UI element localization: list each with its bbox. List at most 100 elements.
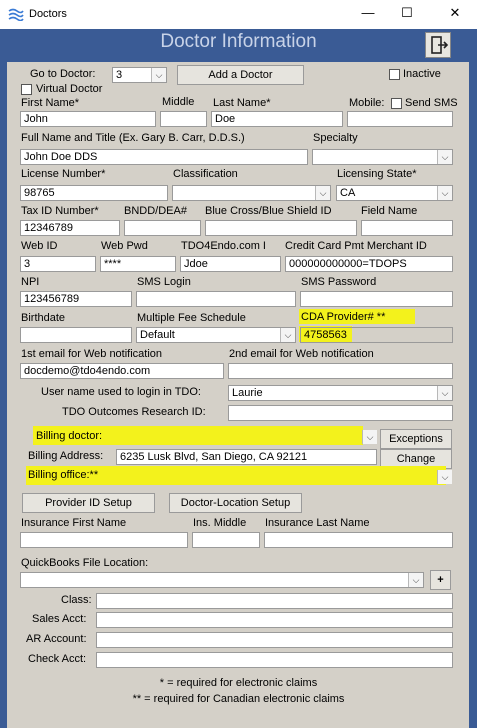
page-title: Doctor Information: [160, 31, 317, 52]
virtual-doctor-label: Virtual Doctor: [36, 83, 103, 95]
check-acct-label: Check Acct:: [28, 653, 87, 665]
classification-select[interactable]: ⌵: [172, 185, 331, 201]
quickbooks-file-select[interactable]: ⌵: [20, 572, 424, 588]
chevron-down-icon: ⌵: [437, 386, 452, 400]
bndd-field[interactable]: [124, 220, 201, 236]
email1-label: 1st email for Web notification: [21, 348, 163, 360]
tdo4endo-label: TDO4Endo.com I: [181, 240, 266, 252]
license-number-label: License Number*: [21, 168, 106, 180]
chevron-down-icon: ⌵: [437, 186, 452, 200]
npi-label: NPI: [21, 276, 40, 288]
fee-schedule-value: Default: [140, 329, 175, 341]
sales-acct-field[interactable]: [96, 612, 453, 628]
mobile-field[interactable]: [347, 111, 453, 127]
billing-office-label: Billing office:**: [28, 469, 99, 481]
outcomes-id-field[interactable]: [228, 405, 453, 421]
goto-doctor-value: 3: [116, 69, 123, 81]
inactive-checkbox[interactable]: [389, 69, 400, 80]
tdo-login-label: User name used to login in TDO:: [41, 386, 201, 398]
add-quickbooks-button[interactable]: +: [430, 570, 451, 590]
billing-address-field[interactable]: 6235 Lusk Blvd, San Diego, CA 92121: [116, 449, 377, 465]
send-sms-label: Send SMS: [405, 97, 458, 109]
insurance-last-name-field[interactable]: [264, 532, 453, 548]
full-name-label: Full Name and Title (Ex. Gary B. Carr, D…: [21, 132, 245, 144]
first-name-label: First Name*: [21, 97, 80, 109]
tdo4endo-field[interactable]: Jdoe: [180, 256, 281, 272]
billing-doctor-label: Billing doctor:: [36, 430, 103, 442]
window-titlebar: Doctors — ☐ ✕: [0, 0, 477, 29]
bcbs-id-field[interactable]: [205, 220, 357, 236]
doctor-location-setup-button[interactable]: Doctor-Location Setup: [169, 493, 302, 513]
required-note: * = required for electronic claims: [159, 677, 318, 689]
exceptions-button[interactable]: Exceptions: [380, 429, 452, 449]
minimize-button[interactable]: —: [357, 4, 379, 22]
sms-password-field[interactable]: [300, 291, 453, 307]
tax-id-label: Tax ID Number*: [21, 205, 99, 217]
maximize-button[interactable]: ☐: [396, 4, 418, 22]
insurance-first-name-label: Insurance First Name: [21, 517, 127, 529]
web-id-field[interactable]: 3: [20, 256, 96, 272]
chevron-down-icon: ⌵: [280, 328, 295, 342]
ar-account-field[interactable]: [96, 632, 453, 648]
canadian-required-note: ** = required for Canadian electronic cl…: [132, 693, 345, 705]
email2-field[interactable]: [228, 363, 453, 379]
middle-name-field[interactable]: [160, 111, 207, 127]
licensing-state-select[interactable]: CA ⌵: [336, 185, 453, 201]
fee-schedule-select[interactable]: Default ⌵: [136, 327, 296, 343]
form-header: Doctor Information: [0, 29, 477, 62]
cc-merchant-label: Credit Card Pmt Merchant ID: [285, 240, 427, 252]
goto-doctor-label: Go to Doctor:: [30, 68, 96, 80]
sms-password-label: SMS Password: [301, 276, 377, 288]
birthdate-field[interactable]: [20, 327, 132, 343]
billing-address-label: Billing Address:: [28, 450, 104, 462]
insurance-last-name-label: Insurance Last Name: [265, 517, 370, 529]
cc-merchant-field[interactable]: 000000000000=TDOPS: [285, 256, 453, 272]
virtual-doctor-checkbox[interactable]: [21, 84, 32, 95]
quickbooks-label: QuickBooks File Location:: [21, 557, 149, 569]
insurance-middle-field[interactable]: [192, 532, 260, 548]
provider-id-setup-button[interactable]: Provider ID Setup: [22, 493, 155, 513]
tax-id-field[interactable]: 12346789: [20, 220, 120, 236]
tdo-login-select[interactable]: Laurie ⌵: [228, 385, 453, 401]
email1-field[interactable]: docdemo@tdo4endo.com: [20, 363, 224, 379]
cda-provider-field[interactable]: 4758563: [300, 327, 453, 343]
insurance-first-name-field[interactable]: [20, 532, 188, 548]
chevron-down-icon: ⌵: [408, 573, 423, 587]
exit-door-icon: [431, 36, 449, 54]
bndd-label: BNDD/DEA#: [124, 205, 187, 217]
exit-button[interactable]: [425, 32, 451, 58]
first-name-field[interactable]: John: [20, 111, 156, 127]
sms-login-field[interactable]: [136, 291, 296, 307]
sms-login-label: SMS Login: [137, 276, 191, 288]
billing-doctor-select[interactable]: ⌵: [116, 429, 378, 445]
class-field[interactable]: [96, 593, 453, 609]
sales-acct-label: Sales Acct:: [32, 613, 87, 625]
add-doctor-button[interactable]: Add a Doctor: [177, 65, 304, 85]
web-pwd-field[interactable]: ****: [100, 256, 176, 272]
full-name-field[interactable]: John Doe DDS: [20, 149, 308, 165]
birthdate-label: Birthdate: [21, 312, 66, 324]
ar-account-label: AR Account:: [26, 633, 87, 645]
field-name-label: Field Name: [361, 205, 418, 217]
licensing-state-value: CA: [340, 187, 356, 199]
check-acct-field[interactable]: [96, 652, 453, 668]
goto-doctor-select[interactable]: 3 ⌵: [112, 67, 167, 83]
middle-name-label: Middle: [162, 96, 195, 108]
close-button[interactable]: ✕: [444, 4, 466, 22]
license-number-field[interactable]: 98765: [20, 185, 168, 201]
last-name-field[interactable]: Doe: [211, 111, 343, 127]
email2-label: 2nd email for Web notification: [229, 348, 374, 360]
app-wave-icon: [8, 8, 24, 21]
npi-field[interactable]: 123456789: [20, 291, 132, 307]
send-sms-checkbox[interactable]: [391, 98, 402, 109]
tdo-login-value: Laurie: [232, 387, 263, 399]
field-name-field[interactable]: [361, 220, 453, 236]
inactive-label: Inactive: [403, 68, 441, 80]
chevron-down-icon: ⌵: [437, 150, 452, 164]
mobile-label: Mobile:: [349, 97, 385, 109]
billing-office-select[interactable]: ⌵: [116, 469, 453, 485]
chevron-down-icon: ⌵: [151, 68, 166, 82]
fee-schedule-label: Multiple Fee Schedule: [137, 312, 246, 324]
chevron-down-icon: ⌵: [362, 430, 377, 444]
specialty-select[interactable]: ⌵: [312, 149, 453, 165]
